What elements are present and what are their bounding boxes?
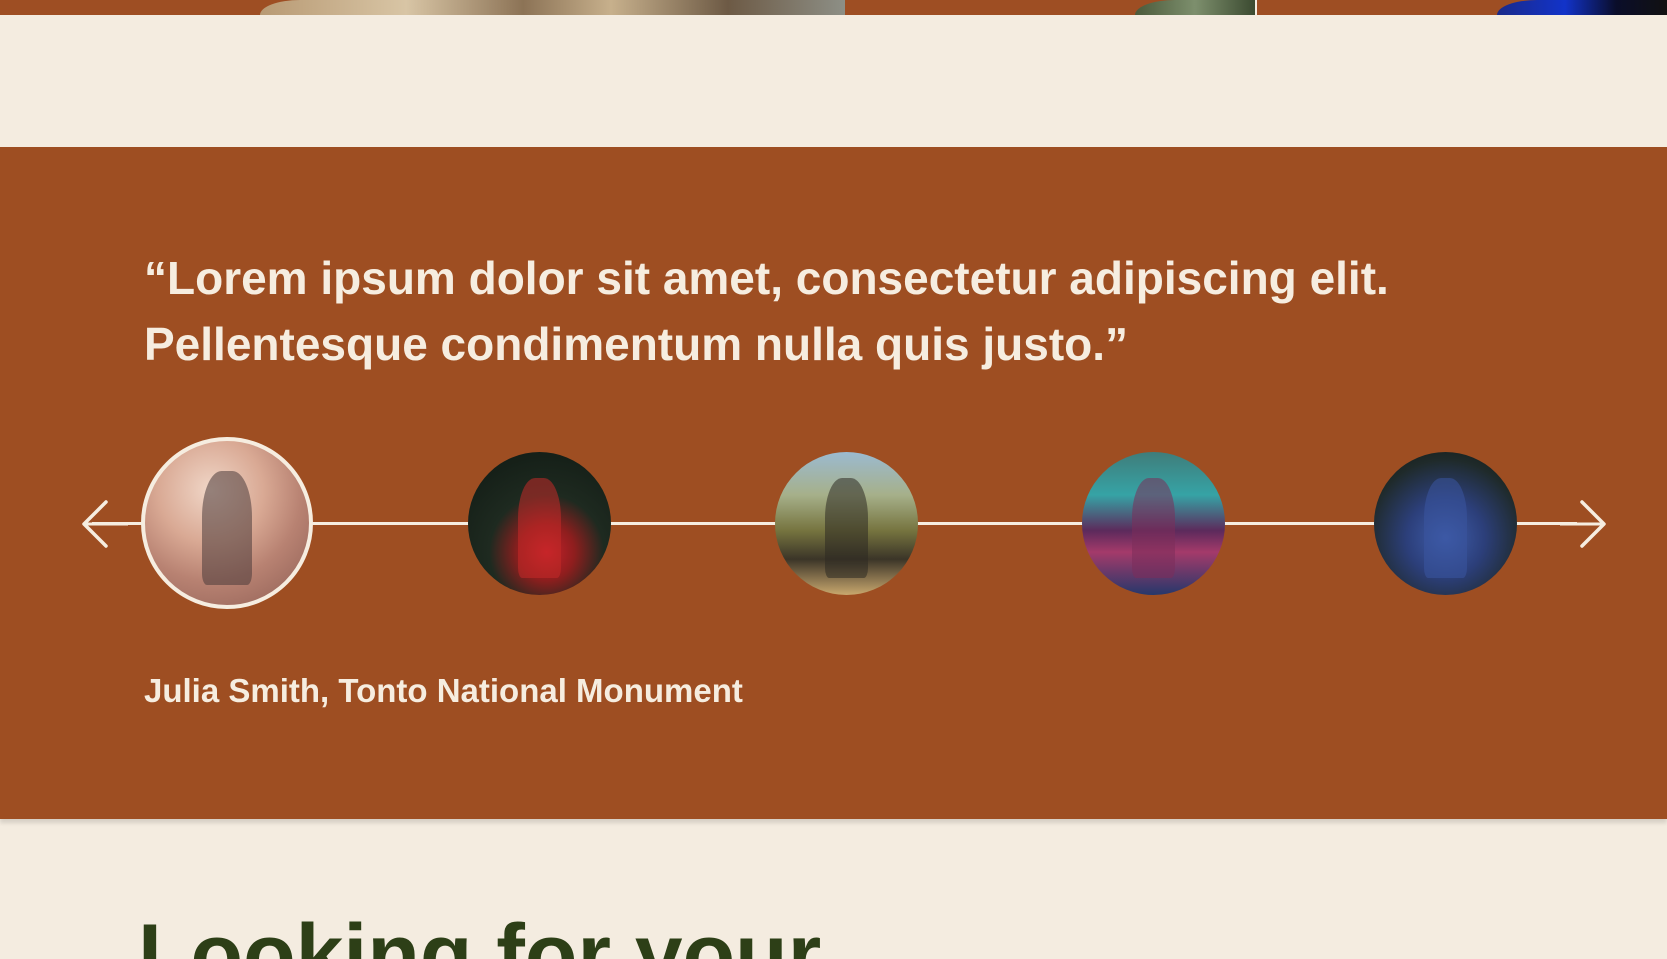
testimonial-author: Julia Smith, Tonto National Monument xyxy=(144,672,743,709)
avatar-photo xyxy=(518,477,561,578)
gallery-card-3[interactable] xyxy=(1257,0,1667,15)
testimonial-quote: “Lorem ipsum dolor sit amet, consectetur… xyxy=(144,252,1389,370)
gallery-card-1[interactable] xyxy=(0,0,845,15)
avatar-julia-smith[interactable] xyxy=(141,437,313,609)
avatar-photo xyxy=(202,470,252,586)
gallery-photo-3 xyxy=(1497,0,1667,15)
avatar-hiker-4[interactable] xyxy=(1082,452,1225,595)
section-heading: Looking for your xyxy=(138,907,822,959)
page: “Lorem ipsum dolor sit amet, consectetur… xyxy=(0,0,1667,959)
image-gallery-strip xyxy=(0,0,1667,15)
avatar-hiker-5[interactable] xyxy=(1374,452,1517,595)
arrow-left-icon xyxy=(82,500,128,548)
gallery-card-2[interactable] xyxy=(845,0,1255,15)
testimonial-section: “Lorem ipsum dolor sit amet, consectetur… xyxy=(0,147,1667,819)
gallery-photo-2 xyxy=(1135,0,1255,15)
testimonial-carousel xyxy=(0,427,1667,627)
prev-testimonial-button[interactable] xyxy=(80,499,128,549)
next-testimonial-button[interactable] xyxy=(1560,499,1608,549)
avatar-photo xyxy=(1424,477,1467,578)
arrow-right-icon xyxy=(1560,500,1606,548)
avatar-photo xyxy=(825,477,868,578)
avatar-hiker-3[interactable] xyxy=(775,452,918,595)
gallery-photo-1 xyxy=(260,0,845,15)
avatar-photo xyxy=(1132,477,1175,578)
avatar-hiker-2[interactable] xyxy=(468,452,611,595)
